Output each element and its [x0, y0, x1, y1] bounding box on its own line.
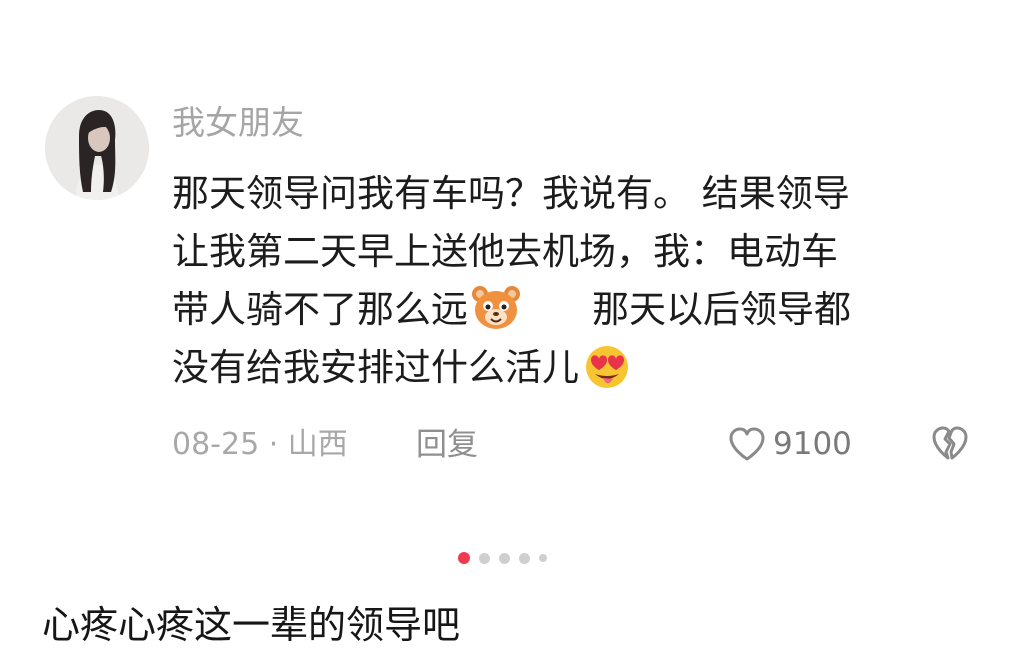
comment-line-text: 没有给我安排过什么活儿 — [172, 346, 579, 389]
comment-line: 没有给我安排过什么活儿 — [172, 339, 972, 397]
like-button[interactable]: 9100 — [727, 424, 852, 464]
pager-dot[interactable] — [519, 552, 530, 564]
comment-line-text: 那天以后领导都 — [592, 288, 851, 331]
pager-dot[interactable] — [458, 552, 470, 564]
pager-dot[interactable] — [499, 552, 510, 564]
comment-line-text: 带人骑不了那么远 — [172, 288, 468, 331]
heart-eyes-tongue-emoji-icon — [581, 342, 633, 390]
image-pager — [458, 551, 556, 565]
dislike-button[interactable] — [930, 424, 970, 462]
bear-emoji-icon — [470, 284, 522, 332]
comment-line: 带人骑不了那么远 那天以后领导都 — [172, 281, 972, 339]
broken-heart-icon — [930, 424, 970, 462]
like-count: 9100 — [773, 426, 852, 462]
comment-line: 让我第二天早上送他去机场，我：电动车 — [172, 230, 838, 273]
screenshot-page: 我女朋友 那天领导问我有车吗？我说有。 结果领导 让我第二天早上送他去机场，我：… — [0, 0, 1024, 669]
comment-username[interactable]: 我女朋友 — [172, 103, 304, 143]
pager-dot[interactable] — [539, 554, 547, 562]
caption-text: 心疼心疼这一辈的领导吧 — [42, 603, 461, 647]
pager-dot[interactable] — [479, 552, 490, 564]
comment-line: 那天领导问我有车吗？我说有。 结果领导 — [172, 172, 850, 215]
heart-outline-icon — [727, 425, 767, 463]
reply-button[interactable]: 回复 — [416, 425, 478, 465]
comment-body: 那天领导问我有车吗？我说有。 结果领导 让我第二天早上送他去机场，我：电动车 带… — [172, 165, 972, 397]
avatar[interactable] — [45, 96, 149, 200]
comment-date-location: 08-25 · 山西 — [172, 427, 348, 462]
